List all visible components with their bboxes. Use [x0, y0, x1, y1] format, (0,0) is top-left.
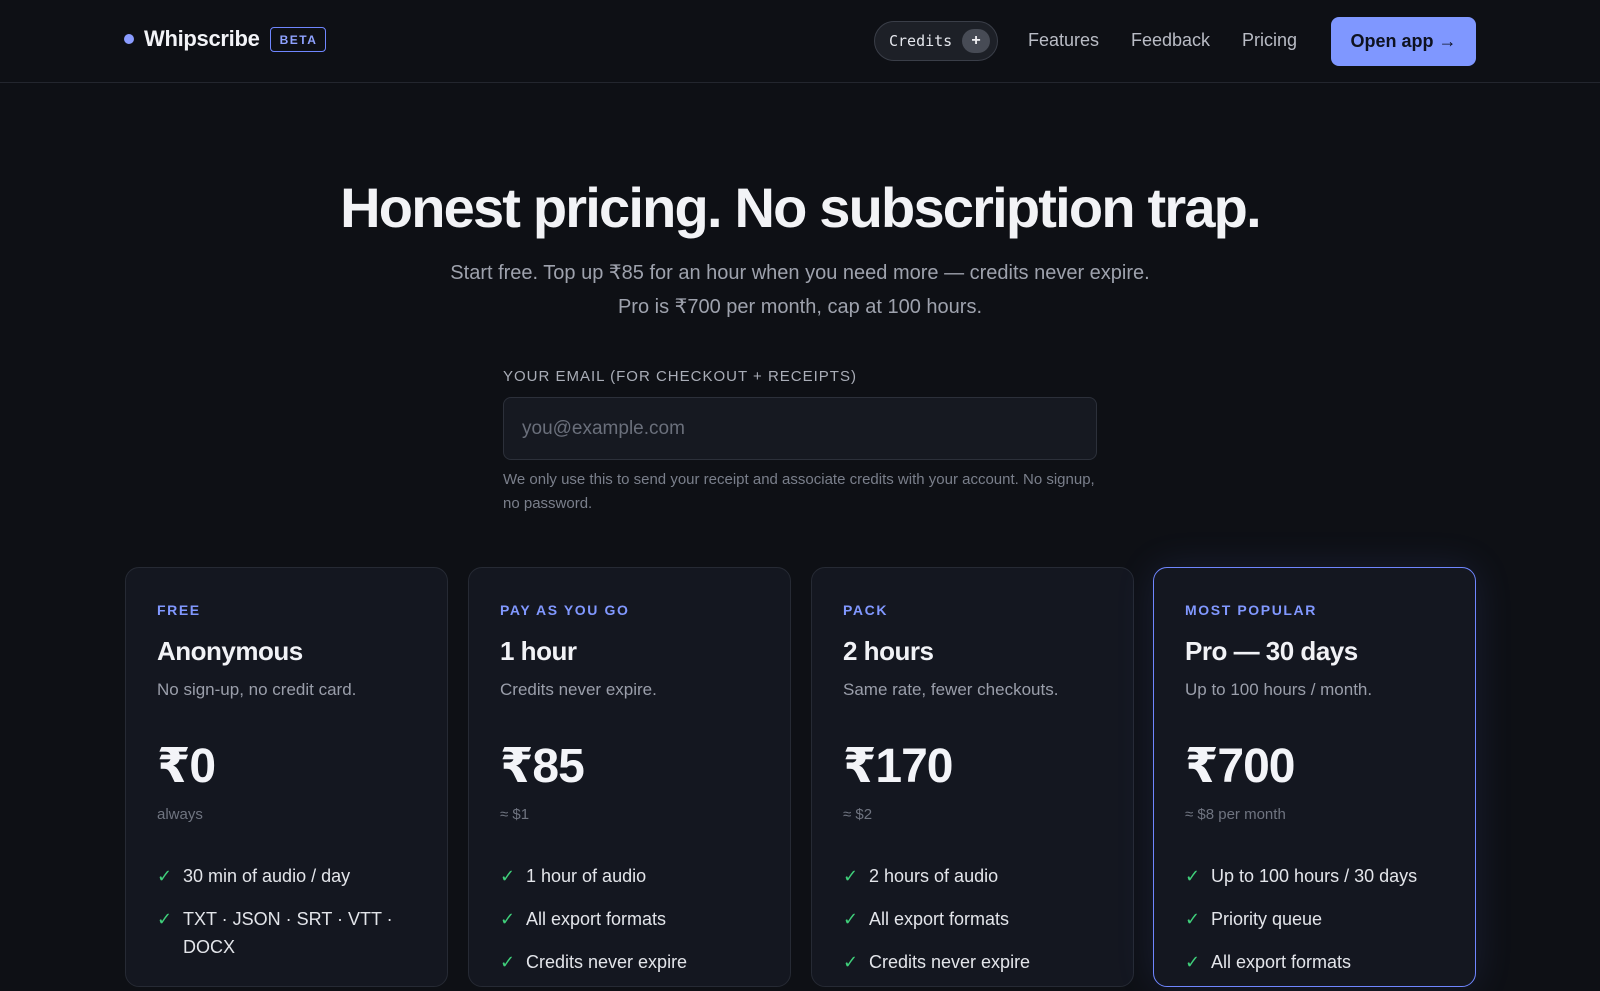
- plan-description: No sign-up, no credit card.: [157, 680, 357, 699]
- beta-badge: BETA: [269, 26, 327, 52]
- email-label: YOUR EMAIL (FOR CHECKOUT + RECEIPTS): [503, 368, 857, 385]
- check-icon: ✓: [1185, 952, 1201, 972]
- plan-price-note: ≈ $1: [500, 806, 530, 823]
- plan-feature: ✓ 1 hour of audio: [500, 862, 770, 890]
- plan-title: Anonymous: [157, 636, 303, 666]
- top-nav: Whipscribe BETA Credits + Features Feedb…: [0, 0, 1600, 83]
- nav-link-features[interactable]: Features: [1028, 30, 1099, 51]
- subtitle-line-2: Pro is ₹700 per month, cap at 100 hours.: [617, 296, 983, 318]
- plan-price: ₹85: [500, 740, 585, 793]
- plan-price: ₹170: [843, 740, 953, 793]
- plan-card-pay-as-you-go: PAY AS YOU GO 1 hour Credits never expir…: [468, 567, 791, 987]
- plan-price-note: ≈ $8 per month: [1185, 806, 1286, 823]
- plan-description: Same rate, fewer checkouts.: [843, 680, 1059, 699]
- plan-feature-text: TXT · JSON · SRT · VTT · DOCX: [183, 909, 393, 957]
- plan-feature: ✓ All export formats: [1185, 948, 1455, 976]
- brand[interactable]: Whipscribe BETA: [124, 26, 327, 52]
- plus-icon: +: [962, 29, 990, 53]
- check-icon: ✓: [157, 909, 173, 929]
- check-icon: ✓: [843, 866, 859, 886]
- plan-title: 1 hour: [500, 636, 577, 666]
- plan-description: Up to 100 hours / month.: [1185, 680, 1373, 699]
- email-help-text: We only use this to send your receipt an…: [503, 471, 1095, 512]
- brand-name: Whipscribe: [144, 26, 260, 51]
- plan-feature-text: All export formats: [526, 909, 667, 929]
- nav-link-feedback[interactable]: Feedback: [1131, 30, 1210, 51]
- plan-feature-text: Credits never expire: [869, 952, 1031, 972]
- check-icon: ✓: [500, 909, 516, 929]
- brand-dot-icon: [124, 34, 134, 44]
- plan-tag: FREE: [157, 602, 201, 618]
- plan-price-note: ≈ $2: [843, 806, 873, 823]
- open-app-button[interactable]: Open app →: [1331, 17, 1476, 66]
- plan-feature: ✓ 2 hours of audio: [843, 862, 1113, 890]
- check-icon: ✓: [500, 952, 516, 972]
- check-icon: ✓: [843, 952, 859, 972]
- plan-card-pack: PACK 2 hours Same rate, fewer checkouts.…: [811, 567, 1134, 987]
- plan-feature: ✓ Priority queue: [1185, 905, 1455, 933]
- plan-feature-text: 2 hours of audio: [869, 866, 999, 886]
- check-icon: ✓: [1185, 866, 1201, 886]
- plan-feature-text: All export formats: [869, 909, 1010, 929]
- plan-tag: MOST POPULAR: [1185, 602, 1317, 618]
- plan-feature-text: Up to 100 hours / 30 days: [1211, 866, 1418, 886]
- subtitle-line-1: Start free. Top up ₹85 for an hour when …: [450, 262, 1150, 284]
- credits-button[interactable]: Credits +: [874, 21, 998, 61]
- nav-link-pricing[interactable]: Pricing: [1242, 30, 1297, 51]
- plan-description: Credits never expire.: [500, 680, 657, 699]
- plan-price-note: always: [157, 806, 203, 823]
- plan-price: ₹700: [1185, 740, 1295, 793]
- plan-tag: PAY AS YOU GO: [500, 602, 630, 618]
- plan-feature-list: ✓ 1 hour of audio ✓ All export formats ✓ Cr…: [500, 862, 770, 991]
- plan-feature-list: ✓ Up to 100 hours / 30 days ✓ Priority que…: [1185, 862, 1455, 991]
- plan-feature: ✓ TXT · JSON · SRT · VTT · DOCX: [157, 905, 427, 961]
- plan-tag: PACK: [843, 602, 889, 618]
- plan-title: 2 hours: [843, 636, 934, 666]
- plan-feature: ✓ Up to 100 hours / 30 days: [1185, 862, 1455, 890]
- page-subtitle: Start free. Top up ₹85 for an hour when …: [0, 256, 1600, 324]
- page-title: Honest pricing. No subscription trap.: [340, 176, 1262, 239]
- plan-price: ₹0: [157, 740, 216, 793]
- plan-feature: ✓ Credits never expire: [843, 948, 1113, 976]
- plan-feature: ✓ All export formats: [500, 905, 770, 933]
- plan-feature: ✓ All export formats: [843, 905, 1113, 933]
- plan-feature: ✓ 30 min of audio / day: [157, 862, 427, 890]
- plan-feature-text: All export formats: [1211, 952, 1352, 972]
- check-icon: ✓: [157, 866, 173, 886]
- credits-label: Credits: [889, 32, 953, 50]
- plan-card-pro: MOST POPULAR Pro — 30 days Up to 100 hou…: [1153, 567, 1476, 987]
- plan-feature-text: 1 hour of audio: [526, 866, 647, 886]
- plan-card-free: FREE Anonymous No sign-up, no credit car…: [125, 567, 448, 987]
- check-icon: ✓: [843, 909, 859, 929]
- plan-feature-list: ✓ 2 hours of audio ✓ All export formats ✓ C…: [843, 862, 1113, 991]
- plan-feature-text: 30 min of audio / day: [183, 866, 351, 886]
- email-input[interactable]: [503, 397, 1097, 460]
- plan-title: Pro — 30 days: [1185, 636, 1358, 666]
- plan-feature-list: ✓ 30 min of audio / day ✓ TXT · JSON · SRT…: [157, 862, 427, 976]
- plan-feature-text: Credits never expire: [526, 952, 688, 972]
- plan-feature: ✓ Credits never expire: [500, 948, 770, 976]
- check-icon: ✓: [500, 866, 516, 886]
- check-icon: ✓: [1185, 909, 1201, 929]
- plan-feature-text: Priority queue: [1211, 909, 1323, 929]
